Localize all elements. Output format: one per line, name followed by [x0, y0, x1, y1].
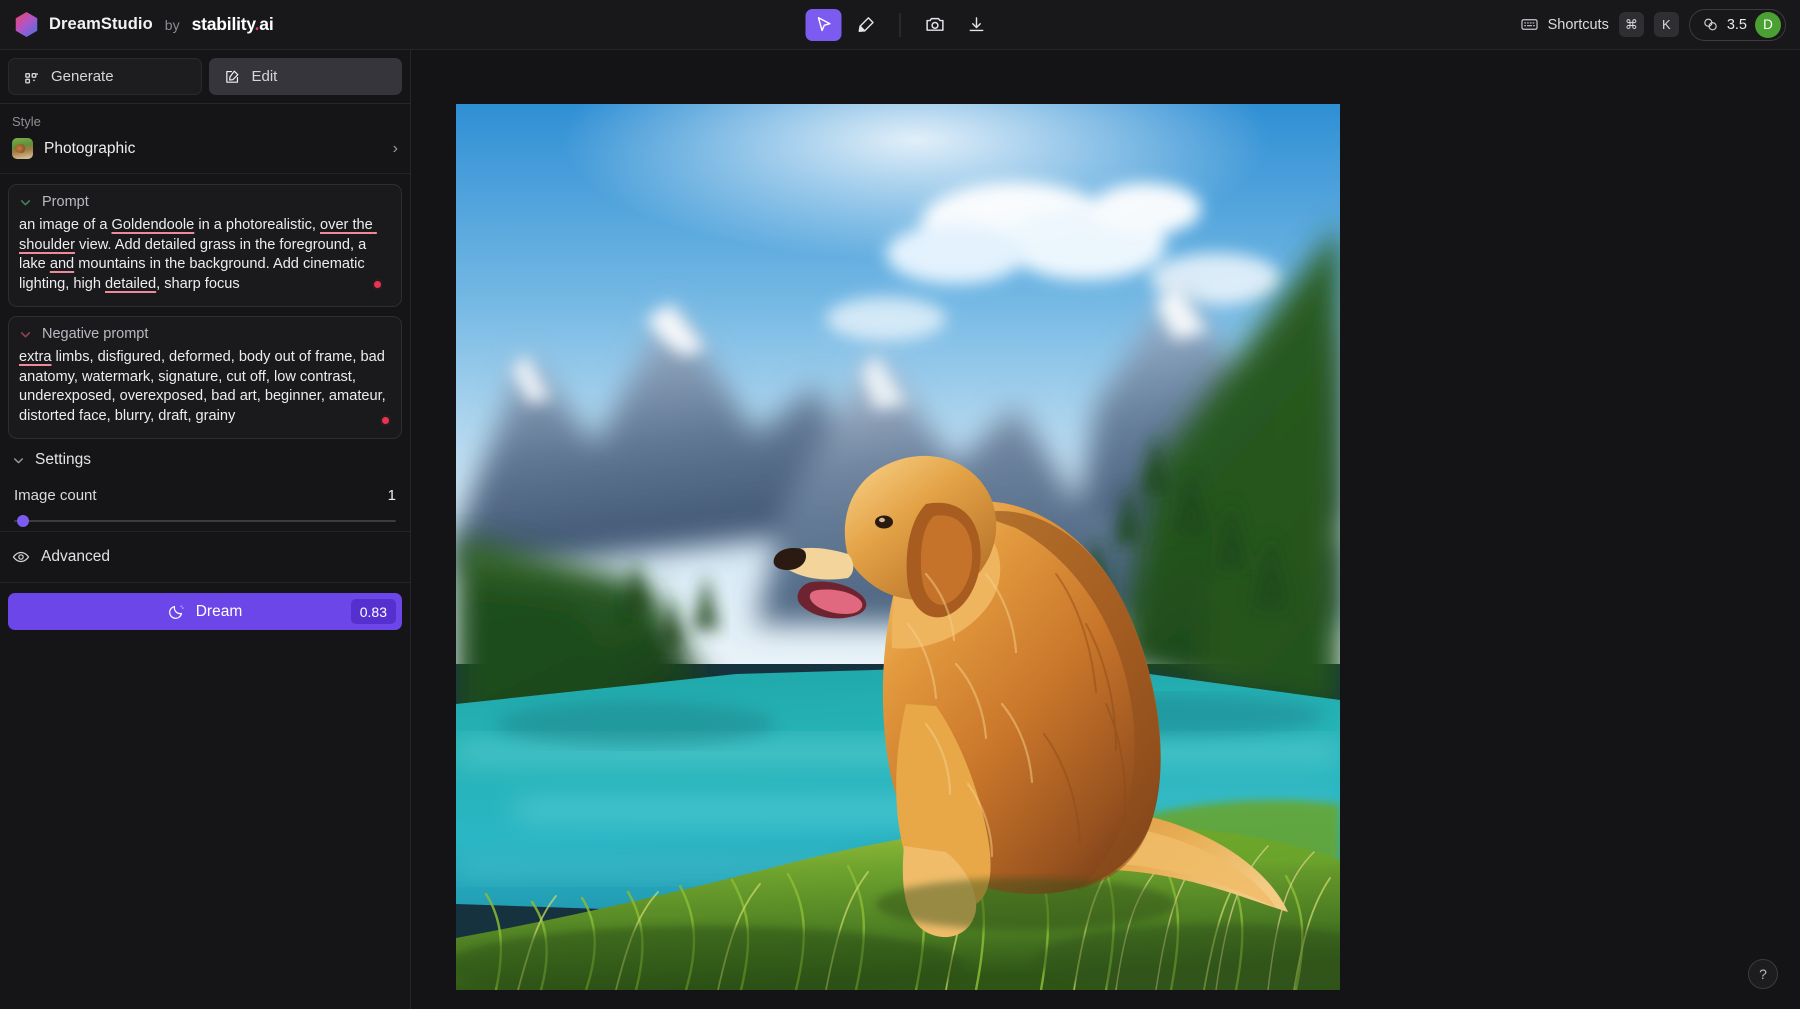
spellcheck-term: and — [49, 256, 75, 273]
spellcheck-term: over the shoulder — [19, 217, 377, 253]
prompt-input[interactable]: an image of a Goldendoole in a photoreal… — [19, 216, 391, 294]
prompt-title: Prompt — [42, 194, 89, 210]
app-body: Generate Edit Style Photographic › Promp… — [0, 50, 1800, 1009]
chevron-down-icon — [20, 199, 31, 205]
settings-header[interactable]: Settings — [12, 451, 398, 469]
canvas-area[interactable]: ? — [411, 50, 1800, 1009]
generated-image[interactable] — [456, 104, 1340, 990]
dream-button[interactable]: Dream 0.83 — [8, 593, 402, 631]
brand-vendor-word: stability — [191, 14, 255, 34]
hexagon-gradient-logo-icon — [15, 12, 38, 37]
advanced-toggle[interactable]: Advanced — [0, 532, 410, 584]
chevron-down-icon — [14, 458, 23, 464]
spellcheck-term: Goldendoole — [111, 217, 195, 233]
image-count-label: Image count — [14, 487, 97, 505]
prompt-box[interactable]: Prompt an image of a Goldendoole in a ph… — [8, 184, 402, 308]
toolbar-divider — [899, 12, 901, 37]
brand-vendor-tld: ai — [259, 14, 274, 34]
brand-by: by — [164, 16, 180, 33]
prompt-header[interactable]: Prompt — [19, 194, 391, 210]
grid-dots-icon — [25, 72, 39, 84]
canvas-toolbar — [805, 8, 995, 41]
negative-prompt-title: Negative prompt — [42, 326, 149, 343]
slider-thumb[interactable] — [17, 515, 29, 528]
mode-tabs: Generate Edit — [0, 50, 410, 104]
brand-vendor: stability.ai — [192, 14, 274, 35]
eraser-tool-button[interactable] — [848, 9, 884, 41]
kbd-letter[interactable]: K — [1653, 12, 1679, 37]
eye-icon — [12, 552, 30, 563]
generated-image-render — [456, 104, 1340, 990]
dream-cost-badge: 0.83 — [350, 599, 396, 625]
style-section: Style Photographic › — [0, 104, 410, 174]
image-count-value: 1 — [387, 487, 396, 505]
chevron-down-icon — [20, 331, 31, 338]
tab-edit[interactable]: Edit — [208, 58, 402, 95]
top-bar: DreamStudio by stability.ai Shortcuts ⌘ … — [0, 0, 1800, 50]
style-thumbnail-icon — [12, 138, 33, 159]
advanced-label: Advanced — [41, 548, 110, 566]
cursor-tool-button[interactable] — [805, 8, 842, 41]
brand[interactable]: DreamStudio by stability.ai — [14, 12, 274, 37]
negative-prompt-input[interactable]: extra limbs, disfigured, deformed, body … — [19, 348, 391, 426]
image-count-row: Image count 1 — [12, 487, 398, 504]
tab-edit-label: Edit — [251, 68, 278, 85]
spellcheck-term: detailed — [105, 275, 157, 292]
coins-icon — [1704, 18, 1717, 31]
dream-button-wrap: Dream 0.83 — [0, 583, 410, 640]
slider-track — [14, 520, 396, 523]
settings-section: Settings Image count 1 — [0, 439, 410, 533]
chevron-right-icon: › — [392, 139, 398, 157]
tab-generate-label: Generate — [51, 68, 114, 85]
shortcuts-label: Shortcuts — [1547, 16, 1609, 33]
keyboard-icon — [1520, 19, 1538, 30]
pencil-square-icon — [225, 70, 238, 83]
left-sidebar: Generate Edit Style Photographic › Promp… — [0, 50, 411, 1009]
tab-generate[interactable]: Generate — [8, 58, 202, 95]
style-selector[interactable]: Photographic › — [12, 138, 398, 161]
credits-pill[interactable]: 3.5 D — [1688, 8, 1786, 41]
avatar[interactable]: D — [1755, 11, 1781, 38]
download-tool-button[interactable] — [959, 9, 995, 41]
dream-button-label: Dream — [195, 602, 243, 620]
camera-tool-button[interactable] — [917, 9, 953, 41]
settings-title: Settings — [35, 451, 92, 469]
help-button[interactable]: ? — [1748, 959, 1778, 989]
shortcuts-button[interactable]: Shortcuts — [1520, 15, 1609, 34]
negative-prompt-header[interactable]: Negative prompt — [19, 326, 391, 342]
style-section-label: Style — [12, 114, 41, 129]
style-value: Photographic — [44, 139, 136, 157]
header-right: Shortcuts ⌘ K 3.5 D — [1520, 8, 1786, 41]
dreamstudio-app: DreamStudio by stability.ai Shortcuts ⌘ … — [0, 0, 1800, 1009]
negative-prompt-box[interactable]: Negative prompt extra limbs, disfigured,… — [8, 316, 402, 440]
image-count-slider[interactable] — [14, 513, 396, 529]
spellcheck-term: extra — [19, 349, 52, 366]
brand-name: DreamStudio — [49, 15, 153, 33]
kbd-modifier[interactable]: ⌘ — [1618, 12, 1644, 37]
credits-value: 3.5 — [1726, 16, 1747, 33]
moon-icon — [168, 605, 184, 620]
